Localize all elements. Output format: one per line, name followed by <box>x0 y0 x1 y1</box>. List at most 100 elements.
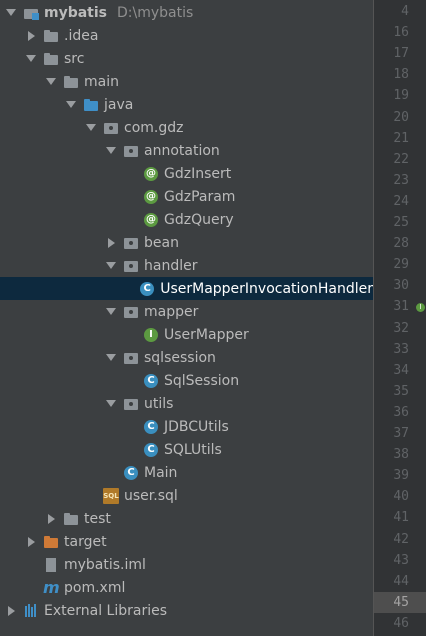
tree-row-idea[interactable]: .idea <box>0 24 373 47</box>
tree-row-pom-xml[interactable]: m pom.xml <box>0 576 373 599</box>
line-number[interactable]: 46 <box>393 616 409 631</box>
line-number[interactable]: 17 <box>393 46 409 61</box>
tree-row-label: .idea <box>64 27 99 44</box>
line-number[interactable]: 42 <box>393 532 409 547</box>
chevron-down-icon[interactable] <box>25 47 37 70</box>
line-number[interactable]: 34 <box>393 363 409 378</box>
package-icon <box>123 258 139 274</box>
chevron-down-icon[interactable] <box>105 392 117 415</box>
chevron-down-icon[interactable] <box>45 70 57 93</box>
line-number[interactable]: 45 <box>393 595 409 610</box>
tree-row-sqlsession[interactable]: sqlsession <box>0 346 373 369</box>
folder-icon <box>43 51 59 67</box>
line-number[interactable]: 39 <box>393 468 409 483</box>
tree-row-gdzparam[interactable]: @ GdzParam <box>0 185 373 208</box>
line-number[interactable]: 43 <box>393 553 409 568</box>
tree-row-src[interactable]: src <box>0 47 373 70</box>
line-number[interactable]: 22 <box>393 152 409 167</box>
chevron-right-icon[interactable] <box>25 530 37 553</box>
tree-row-label: pom.xml <box>64 579 126 596</box>
folder-orange-icon <box>43 534 59 550</box>
line-number[interactable]: 37 <box>393 426 409 441</box>
line-number[interactable]: 25 <box>393 215 409 230</box>
tree-row-mybatis[interactable]: mybatis D:\mybatis <box>0 1 373 24</box>
folder-blue-icon <box>83 97 99 113</box>
package-icon <box>103 120 119 136</box>
line-number[interactable]: 36 <box>393 405 409 420</box>
line-number[interactable]: 16 <box>393 25 409 40</box>
chevron-right-icon[interactable] <box>5 599 17 622</box>
tree-row-main[interactable]: main <box>0 70 373 93</box>
line-number[interactable]: 18 <box>393 67 409 82</box>
line-number[interactable]: 40 <box>393 489 409 504</box>
implements-method-icon[interactable]: I <box>416 303 425 313</box>
line-number[interactable]: 20 <box>393 110 409 125</box>
tree-row-main[interactable]: C Main <box>0 461 373 484</box>
tree-row-gdzquery[interactable]: @ GdzQuery <box>0 208 373 231</box>
annotation-icon: @ <box>144 212 158 227</box>
line-number[interactable]: 32 <box>393 321 409 336</box>
tree-row-external-libraries[interactable]: External Libraries <box>0 599 373 622</box>
tree-row-label: mybatis <box>44 4 108 21</box>
class-icon: C <box>139 281 155 297</box>
tree-row-label: annotation <box>144 142 220 159</box>
chevron-down-icon[interactable] <box>65 93 77 116</box>
tree-row-target[interactable]: target <box>0 530 373 553</box>
line-number[interactable]: 28 <box>393 236 409 251</box>
line-number[interactable]: 21 <box>393 131 409 146</box>
tree-row-label: GdzInsert <box>164 165 232 182</box>
line-number[interactable]: 41 <box>393 510 409 525</box>
chevron-down-icon[interactable] <box>105 139 117 162</box>
tree-row-com-gdz[interactable]: com.gdz <box>0 116 373 139</box>
maven-icon: m <box>43 577 60 597</box>
chevron-right-icon[interactable] <box>105 231 117 254</box>
tree-row-utils[interactable]: utils <box>0 392 373 415</box>
chevron-down-icon[interactable] <box>85 116 97 139</box>
class-icon: C <box>143 442 159 458</box>
tree-row-label: target <box>64 533 107 550</box>
tree-row-sqlsession[interactable]: C SqlSession <box>0 369 373 392</box>
line-number[interactable]: 31 <box>393 299 409 314</box>
tree-row-label: mapper <box>144 303 199 320</box>
line-number[interactable]: 4 <box>401 4 409 19</box>
line-number[interactable]: 38 <box>393 447 409 462</box>
tree-row-gdzinsert[interactable]: @ GdzInsert <box>0 162 373 185</box>
tree-row-mapper[interactable]: mapper <box>0 300 373 323</box>
line-number[interactable]: 24 <box>393 194 409 209</box>
tree-row-mybatis-iml[interactable]: mybatis.iml <box>0 553 373 576</box>
line-number[interactable]: 29 <box>393 257 409 272</box>
tree-row-jdbcutils[interactable]: C JDBCUtils <box>0 415 373 438</box>
line-number[interactable]: 19 <box>393 88 409 103</box>
tree-row-bean[interactable]: bean <box>0 231 373 254</box>
chevron-down-icon[interactable] <box>5 1 17 24</box>
tree-row-test[interactable]: test <box>0 507 373 530</box>
line-number[interactable]: 44 <box>393 574 409 589</box>
tree-row-label: utils <box>144 395 174 412</box>
tree-row-handler[interactable]: handler <box>0 254 373 277</box>
folder-icon <box>63 74 79 90</box>
tree-row-user-sql[interactable]: SQL user.sql <box>0 484 373 507</box>
tree-row-annotation[interactable]: annotation <box>0 139 373 162</box>
tree-row-java[interactable]: java <box>0 93 373 116</box>
chevron-down-icon[interactable] <box>105 346 117 369</box>
chevron-down-icon[interactable] <box>105 254 117 277</box>
tree-row-label: External Libraries <box>44 602 167 619</box>
tree-row-usermapper[interactable]: I UserMapper <box>0 323 373 346</box>
tree-row-label: java <box>104 96 134 113</box>
chevron-right-icon[interactable] <box>45 507 57 530</box>
package-icon <box>123 350 139 366</box>
line-number[interactable]: 33 <box>393 342 409 357</box>
chevron-down-icon[interactable] <box>105 300 117 323</box>
tree-row-sqlutils[interactable]: C SQLUtils <box>0 438 373 461</box>
line-number[interactable]: 23 <box>393 173 409 188</box>
line-number[interactable]: 30 <box>393 278 409 293</box>
line-number[interactable]: 35 <box>393 384 409 399</box>
tree-row-usermapperinvocationhandler[interactable]: C UserMapperInvocationHandler <box>0 277 373 300</box>
chevron-right-icon[interactable] <box>25 24 37 47</box>
